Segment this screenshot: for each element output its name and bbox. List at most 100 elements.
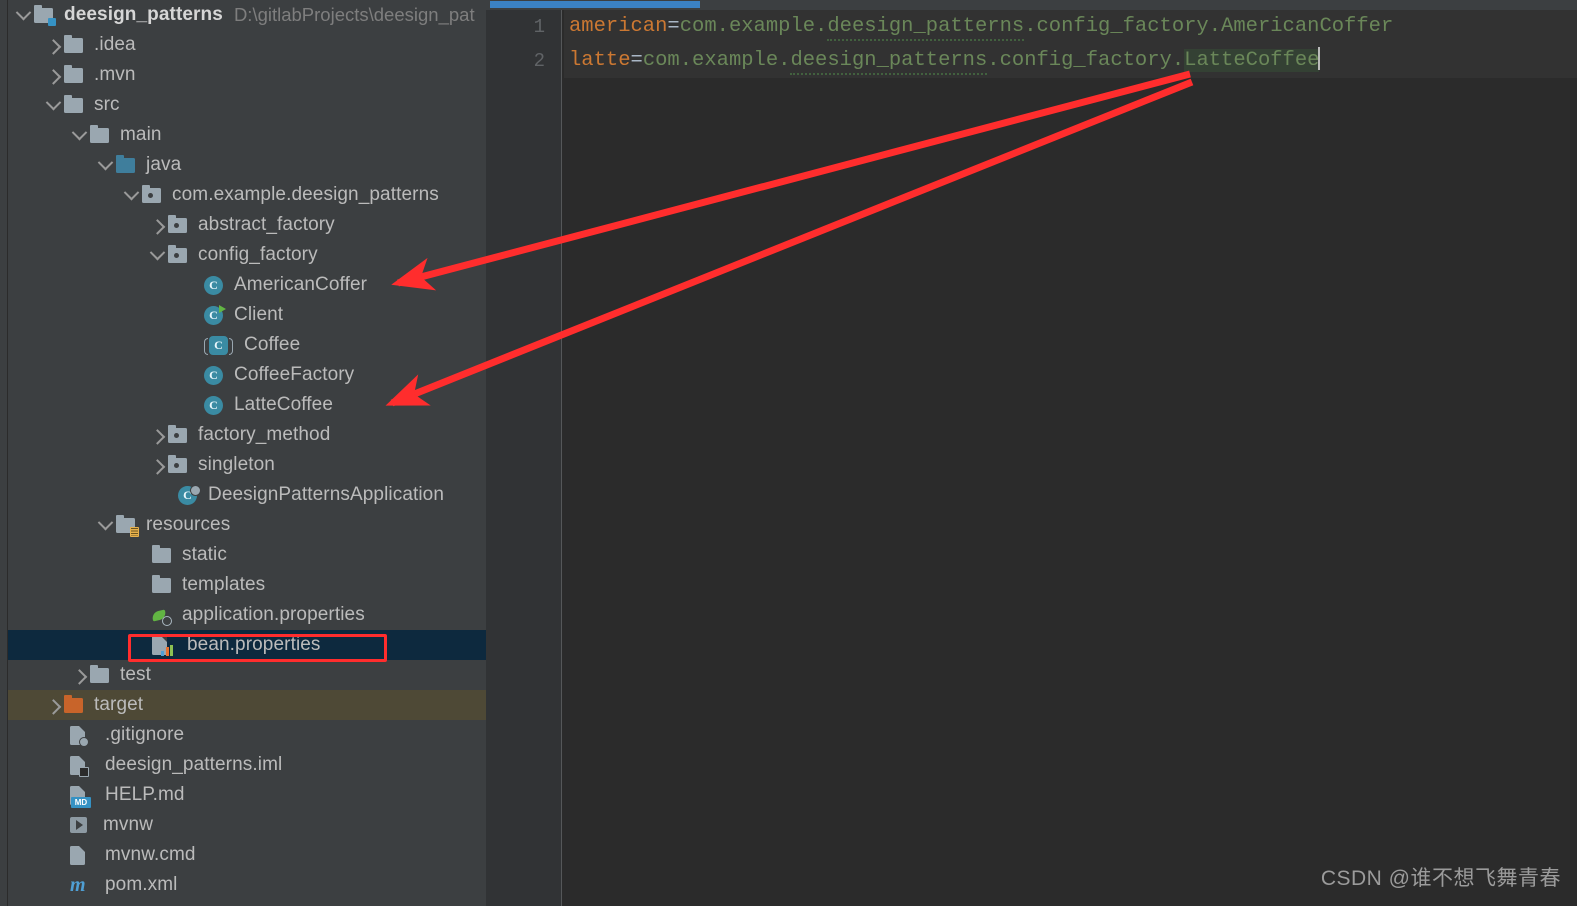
tree-item-abstract-factory[interactable]: abstract_factory — [8, 210, 486, 240]
tree-item-deesign-patterns[interactable]: deesign_patterns D:\gitlabProjects\deesi… — [8, 0, 486, 30]
project-tree-panel[interactable]: deesign_patterns D:\gitlabProjects\deesi… — [8, 0, 486, 906]
property-equals: = — [667, 15, 680, 38]
cmd-file-icon — [70, 840, 96, 870]
tree-item-help-md[interactable]: MD HELP.md — [8, 780, 486, 810]
tree-item-label: com.example.deesign_patterns — [172, 184, 439, 205]
editor-gutter[interactable]: 1 2 — [486, 10, 562, 906]
expand-chevron[interactable] — [94, 510, 116, 540]
folder-icon — [152, 570, 178, 600]
folder-excluded-icon — [64, 690, 90, 720]
tree-item-singleton[interactable]: singleton — [8, 450, 486, 480]
folder-icon — [64, 60, 90, 90]
editor-code[interactable]: american=com.example.deesign_patterns.co… — [564, 10, 1577, 906]
ide-window: deesign_patterns D:\gitlabProjects\deesi… — [0, 0, 1577, 906]
text-caret — [1318, 47, 1321, 70]
tree-item-pom-xml[interactable]: m pom.xml — [8, 870, 486, 900]
iml-file-icon — [70, 750, 96, 780]
tree-item-mvnw-cmd[interactable]: mvnw.cmd — [8, 840, 486, 870]
maven-xml-icon: m — [70, 873, 86, 896]
package-icon — [142, 180, 168, 210]
expand-chevron[interactable] — [68, 120, 90, 150]
code-line-1[interactable]: american=com.example.deesign_patterns.co… — [564, 10, 1577, 44]
expand-chevron[interactable] — [94, 150, 116, 180]
java-class-icon: C — [204, 360, 230, 390]
folder-icon — [64, 90, 90, 120]
tree-item-label: config_factory — [198, 244, 318, 265]
tree-item-label: Client — [234, 304, 284, 325]
tree-item-coffee[interactable]: C Coffee — [8, 330, 486, 360]
folder-icon — [152, 540, 178, 570]
tree-item-label: deesign_patterns — [64, 4, 223, 25]
tree-item-package-root[interactable]: com.example.deesign_patterns — [8, 180, 486, 210]
package-icon — [168, 210, 194, 240]
package-icon — [168, 240, 194, 270]
property-equals: = — [630, 49, 643, 72]
tree-item-java[interactable]: java — [8, 150, 486, 180]
expand-chevron[interactable] — [146, 240, 168, 270]
tree-item-client[interactable]: C Client — [8, 300, 486, 330]
property-value-suffix: .config_factory. — [987, 49, 1185, 72]
tree-item-label: .gitignore — [105, 724, 185, 745]
tree-item-lattecoffee[interactable]: C LatteCoffee — [8, 390, 486, 420]
property-value-prefix: com.example. — [642, 49, 791, 72]
expand-chevron[interactable] — [12, 0, 34, 30]
tree-item-label: static — [182, 544, 227, 565]
tree-item-src[interactable]: src — [8, 90, 486, 120]
folder-source-icon — [116, 150, 142, 180]
tree-item-label: mvnw — [103, 814, 154, 835]
property-value-typo: deesign_patterns — [790, 49, 988, 75]
tree-item-target[interactable]: target — [8, 690, 486, 720]
editor-area[interactable]: 1 2 american=com.example.deesign_pattern… — [486, 0, 1577, 906]
tree-item-mvn[interactable]: .mvn — [8, 60, 486, 90]
tree-item-application-properties[interactable]: application.properties — [8, 600, 486, 630]
code-line-2[interactable]: latte=com.example.deesign_patterns.confi… — [564, 44, 1577, 78]
tree-item-idea[interactable]: .idea — [8, 30, 486, 60]
tree-item-label: .mvn — [94, 64, 136, 85]
expand-chevron[interactable] — [68, 660, 90, 690]
package-icon — [168, 420, 194, 450]
folder-icon — [90, 120, 116, 150]
shell-script-icon — [70, 810, 96, 840]
tree-item-gitignore[interactable]: .gitignore — [8, 720, 486, 750]
tree-item-config-factory[interactable]: config_factory — [8, 240, 486, 270]
gitignore-file-icon — [70, 720, 96, 750]
tree-item-label: templates — [182, 574, 266, 595]
spring-properties-icon — [151, 600, 178, 630]
tree-item-coffeefactory[interactable]: C CoffeeFactory — [8, 360, 486, 390]
selected-identifier: LatteCoffee — [1184, 49, 1320, 72]
tree-item-americancoffer[interactable]: C AmericanCoffer — [8, 270, 486, 300]
line-number: 2 — [533, 50, 545, 72]
tree-item-factory-method[interactable]: factory_method — [8, 420, 486, 450]
tree-item-resources[interactable]: resources — [8, 510, 486, 540]
tree-item-mvnw[interactable]: mvnw — [8, 810, 486, 840]
tree-item-label: abstract_factory — [198, 214, 335, 235]
expand-chevron[interactable] — [146, 210, 168, 240]
java-class-icon: C — [204, 270, 230, 300]
folder-icon — [90, 660, 116, 690]
expand-chevron[interactable] — [146, 450, 168, 480]
expand-chevron[interactable] — [146, 420, 168, 450]
tree-item-label: CoffeeFactory — [234, 364, 355, 385]
tree-item-label: src — [94, 94, 120, 115]
expand-chevron[interactable] — [120, 180, 142, 210]
property-value-prefix: com.example. — [679, 15, 828, 38]
tree-item-deesignpatternsapplication[interactable]: C DeesignPatternsApplication — [8, 480, 486, 510]
expand-chevron[interactable] — [42, 60, 64, 90]
properties-file-icon — [152, 630, 178, 660]
tree-item-iml[interactable]: deesign_patterns.iml — [8, 750, 486, 780]
tool-window-strip[interactable] — [0, 0, 8, 906]
tree-item-bean-properties[interactable]: bean.properties — [8, 630, 486, 660]
indexing-progress-bar — [490, 1, 700, 8]
tree-item-main[interactable]: main — [8, 120, 486, 150]
property-value-suffix: .config_factory.AmericanCoffer — [1024, 15, 1394, 38]
folder-icon — [64, 30, 90, 60]
tree-item-label: singleton — [198, 454, 275, 475]
expand-chevron[interactable] — [42, 690, 64, 720]
expand-chevron[interactable] — [42, 30, 64, 60]
tree-item-templates[interactable]: templates — [8, 570, 486, 600]
editor-tab-bar[interactable] — [486, 0, 1577, 10]
tree-item-label: .idea — [94, 34, 136, 55]
tree-item-static[interactable]: static — [8, 540, 486, 570]
tree-item-test[interactable]: test — [8, 660, 486, 690]
expand-chevron[interactable] — [42, 90, 64, 120]
